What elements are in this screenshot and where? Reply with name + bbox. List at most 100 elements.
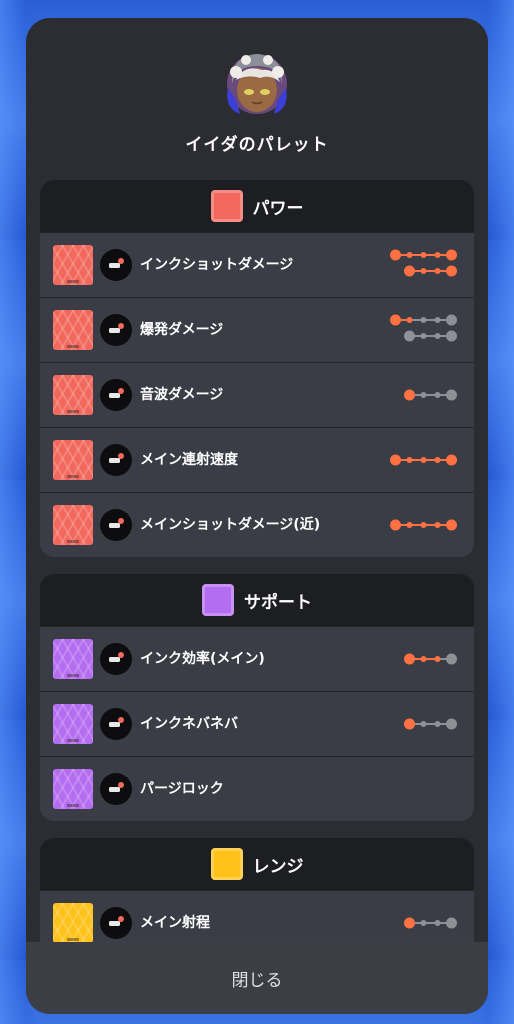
chip-mark — [67, 280, 79, 283]
palette-title: イイダのパレット — [185, 135, 329, 155]
section-0: パワーインクショットダメージ 爆発ダメージ 音波ダメージメイン連射速度 メインショット… — [40, 180, 474, 557]
section-header: レンジ — [40, 838, 474, 890]
level-dot — [434, 333, 441, 339]
section-title: レンジ — [252, 856, 304, 877]
level-dot — [404, 265, 415, 277]
level-track — [390, 314, 457, 326]
level-indicator — [388, 627, 464, 691]
level-indicator — [388, 428, 464, 492]
support-category-icon — [202, 584, 234, 616]
palette-panel: イイダのパレット パワーインクショットダメージ 爆発ダメージ 音波ダメージメイン連射… — [26, 18, 488, 1014]
level-track — [390, 249, 457, 261]
level-dot — [434, 268, 441, 274]
main-fire-rate-icon — [100, 444, 132, 476]
level-dot — [446, 330, 457, 342]
sound-wave-damage-icon — [100, 379, 132, 411]
level-dot — [446, 653, 457, 665]
chip-mark — [67, 410, 79, 413]
level-dot — [446, 249, 457, 261]
level-dot — [446, 454, 457, 466]
level-dot — [420, 656, 427, 662]
chip-label: パージロック — [140, 781, 224, 797]
level-track — [390, 519, 457, 531]
chip-row[interactable]: 爆発ダメージ — [40, 297, 474, 362]
level-dot — [446, 314, 457, 326]
chip-tile — [53, 903, 93, 943]
level-indicator — [388, 298, 464, 362]
chip-mark — [67, 804, 79, 807]
section-1: サポートインク効率(メイン) インクネバネバ パージロック — [40, 574, 474, 821]
chip-row[interactable]: インクネバネバ — [40, 691, 474, 756]
chip-mark — [67, 938, 79, 941]
chip-row[interactable]: メインショットダメージ(近) — [40, 492, 474, 557]
section-2: レンジ メイン射程 — [40, 838, 474, 955]
section-title: パワー — [252, 198, 304, 219]
explosion-damage-icon — [100, 314, 132, 346]
level-track — [404, 653, 457, 665]
level-dot — [420, 721, 427, 727]
level-dot — [420, 317, 427, 323]
level-dot — [434, 317, 441, 323]
level-dot — [406, 522, 413, 528]
level-dot — [420, 333, 427, 339]
level-indicator — [388, 692, 464, 756]
chip-mark — [67, 674, 79, 677]
level-track — [404, 718, 457, 730]
chip-label: インクショットダメージ — [140, 257, 294, 273]
level-track — [404, 917, 457, 929]
chip-tile — [53, 769, 93, 809]
power-category-icon — [210, 190, 243, 222]
chip-mark — [67, 739, 79, 742]
chip-row[interactable]: 音波ダメージ — [40, 362, 474, 427]
level-track — [404, 265, 457, 277]
section-header: パワー — [40, 180, 474, 232]
level-dot — [404, 653, 415, 665]
range-category-icon — [210, 848, 243, 880]
level-dot — [434, 920, 441, 926]
level-dot — [434, 457, 441, 463]
chip-row[interactable]: インクショットダメージ — [40, 232, 474, 297]
level-indicator — [388, 363, 464, 427]
level-dot — [404, 330, 415, 342]
chip-label: 音波ダメージ — [140, 387, 224, 403]
palette-header: イイダのパレット — [26, 18, 488, 188]
chip-tile — [53, 704, 93, 744]
level-dot — [434, 721, 441, 727]
chip-mark — [67, 345, 79, 348]
chip-row[interactable]: メイン連射速度 — [40, 427, 474, 492]
close-button[interactable]: 閉じる — [26, 942, 488, 1014]
chip-label: 爆発ダメージ — [140, 322, 224, 338]
level-dot — [434, 656, 441, 662]
chip-tile — [53, 639, 93, 679]
level-dot — [420, 920, 427, 926]
level-dot — [446, 718, 457, 730]
level-dot — [434, 392, 441, 398]
chip-label: インクネバネバ — [140, 716, 238, 732]
level-dot — [446, 917, 457, 929]
level-dot — [390, 454, 401, 466]
level-dot — [404, 917, 415, 929]
level-dot — [446, 519, 457, 531]
chip-tile — [53, 440, 93, 480]
level-dot — [390, 249, 401, 261]
level-dot — [446, 265, 457, 277]
section-header: サポート — [40, 574, 474, 626]
level-dot — [420, 252, 427, 258]
sticky-ink-icon — [100, 708, 132, 740]
ink-efficiency-main-icon — [100, 643, 132, 675]
level-dot — [404, 389, 415, 401]
level-dot — [420, 522, 427, 528]
level-dot — [390, 314, 401, 326]
chip-tile — [53, 310, 93, 350]
main-shot-damage-close-icon — [100, 509, 132, 541]
level-dot — [446, 389, 457, 401]
chip-row[interactable]: インク効率(メイン) — [40, 626, 474, 691]
chip-row[interactable]: パージロック — [40, 756, 474, 821]
level-dot — [434, 522, 441, 528]
ink-shot-damage-icon — [100, 249, 132, 281]
chip-label: インク効率(メイン) — [140, 651, 265, 667]
level-track — [390, 454, 457, 466]
purge-lock-icon — [100, 773, 132, 805]
chip-mark — [67, 475, 79, 478]
level-indicator — [388, 493, 464, 557]
